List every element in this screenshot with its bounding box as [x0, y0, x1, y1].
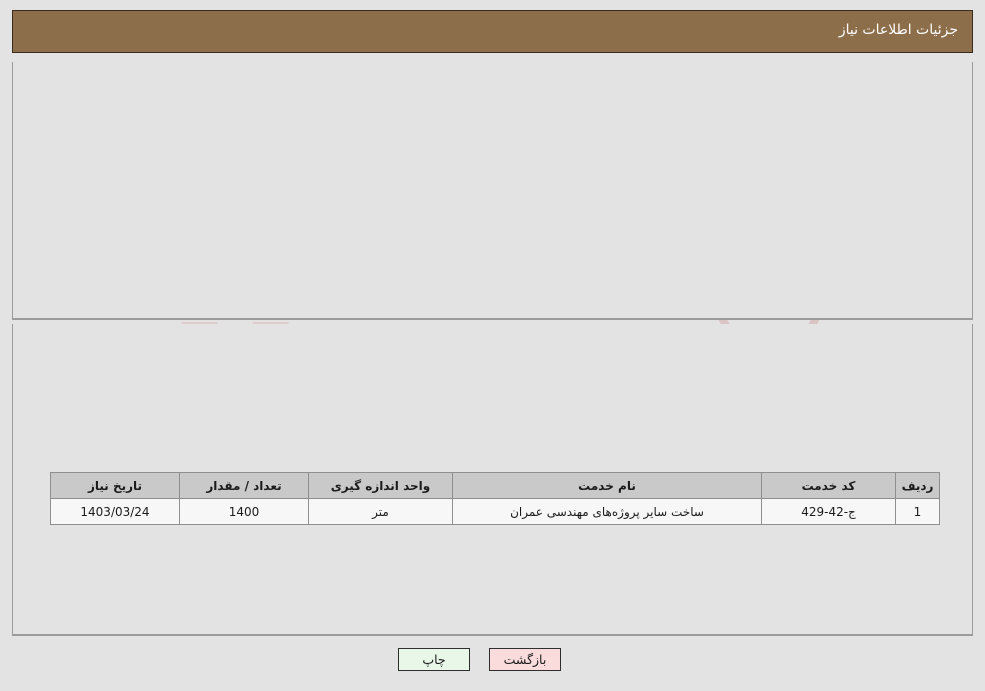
table-row: 1 ج-42-429 ساخت سایر پروژه‌های مهندسی عم… [50, 498, 940, 525]
table-header-row: ردیف کد خدمت نام خدمت واحد اندازه گیری ت… [50, 472, 940, 499]
th-service-code: کد خدمت [761, 472, 896, 499]
cell-unit: متر [308, 498, 453, 525]
back-button[interactable]: بازگشت [489, 648, 561, 671]
cell-service-code: ج-42-429 [761, 498, 896, 525]
need-summary-panel [12, 62, 973, 320]
print-button[interactable]: چاپ [398, 648, 470, 671]
th-service-name: نام خدمت [452, 472, 762, 499]
th-quantity: تعداد / مقدار [179, 472, 309, 499]
cell-row: 1 [895, 498, 940, 525]
page-header-bar: جزئیات اطلاعات نیاز [12, 10, 973, 53]
th-need-date: تاریخ نیاز [50, 472, 180, 499]
page-title: جزئیات اطلاعات نیاز [838, 22, 958, 38]
cell-service-name: ساخت سایر پروژه‌های مهندسی عمران [452, 498, 762, 525]
th-unit: واحد اندازه گیری [308, 472, 453, 499]
page-root: جزئیات اطلاعات نیاز AriaTender.net شماره… [0, 0, 985, 691]
th-row: ردیف [895, 472, 940, 499]
services-table: ردیف کد خدمت نام خدمت واحد اندازه گیری ت… [50, 472, 940, 525]
cell-quantity: 1400 [179, 498, 309, 525]
cell-need-date: 1403/03/24 [50, 498, 180, 525]
